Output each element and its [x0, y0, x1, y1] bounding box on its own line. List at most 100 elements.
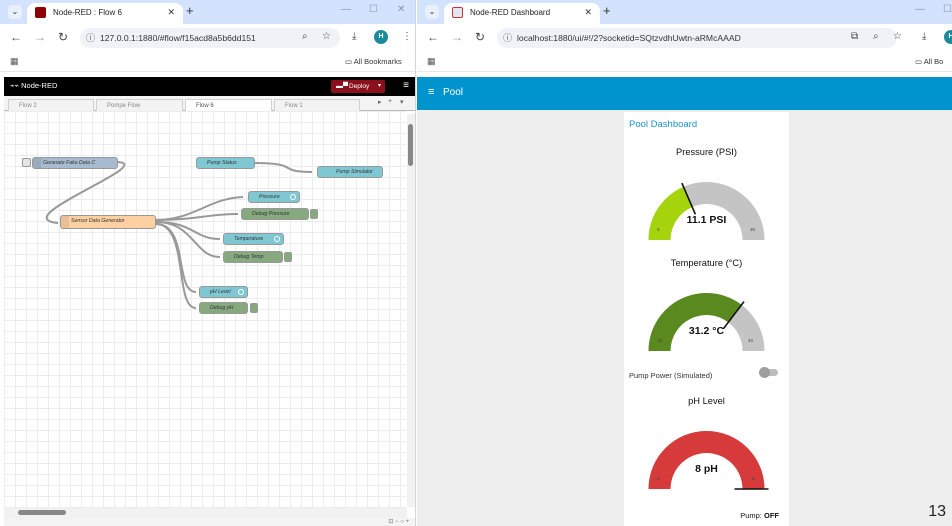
apps-icon[interactable]: ▦	[427, 56, 436, 67]
dashboard-title: Pool	[443, 87, 464, 98]
gauge-min: 0	[657, 227, 660, 232]
back-icon[interactable]: ←	[427, 30, 439, 44]
debug-node[interactable]: Debug pH	[199, 302, 248, 314]
hamburger-menu-icon[interactable]: ≡	[428, 86, 434, 98]
dashboard-body: Pool Dashboard Pressure (PSI) 11.1 PSI 0…	[417, 110, 952, 526]
tab-dashboard[interactable]: Node-RED Dashboard ✕	[444, 3, 600, 24]
tab-scroll-icon[interactable]: ▸	[378, 98, 382, 106]
group-title: Pool Dashboard	[629, 119, 698, 130]
inject-button[interactable]	[22, 158, 31, 167]
node-label: Debug pH	[210, 305, 234, 311]
flow-tab[interactable]: Flow 1	[274, 99, 360, 111]
reload-icon[interactable]: ↻	[475, 30, 485, 44]
ph-gauge	[648, 431, 769, 490]
node-label: pH Level	[210, 289, 231, 295]
profile-avatar[interactable]: H	[374, 30, 388, 44]
address-bar[interactable]: ⓘ 127.0.0.1:1880/#flow/f15acd8a5b6dd151	[80, 28, 340, 48]
node-label: Generate Fake Data C	[43, 160, 96, 166]
inject-node[interactable]: Generate Fake Data C	[32, 157, 118, 169]
close-tab-icon[interactable]: ✕	[167, 3, 175, 22]
flow-workspace[interactable]: Generate Fake Data C Sensor Data Generat…	[4, 111, 406, 508]
page-number: 13	[928, 503, 946, 520]
address-bar[interactable]: ⓘ localhost:1880/ui/#!/2?socketid=SQtzvd…	[497, 28, 897, 48]
site-info-icon[interactable]: ⓘ	[503, 28, 512, 48]
tab-search-icon[interactable]: ⌄	[8, 5, 22, 19]
browser-menu-icon[interactable]: ⋮	[402, 31, 412, 42]
zoom-controls[interactable]: ⊡ − ○ +	[388, 518, 409, 525]
bookmarks-bar: ▦ ▭ All Bo	[417, 52, 952, 72]
debug-node[interactable]: Debug Pressure	[241, 208, 309, 220]
minimize-icon[interactable]: —	[915, 4, 925, 15]
bookmark-star-icon[interactable]: ☆	[322, 31, 331, 42]
tab-search-icon[interactable]: ⌄	[425, 5, 439, 19]
site-info-icon[interactable]: ⓘ	[86, 28, 95, 48]
function-node[interactable]: Sensor Data Generator	[60, 215, 156, 229]
profile-avatar[interactable]: H	[944, 30, 952, 44]
back-icon[interactable]: ←	[10, 30, 22, 44]
deploy-button[interactable]: ▬▀ Deploy ▾	[331, 80, 385, 93]
gauge-title: Temperature (°C)	[670, 258, 743, 268]
hamburger-menu-icon[interactable]: ≡	[403, 80, 409, 91]
install-app-icon[interactable]: ⧉	[851, 31, 858, 42]
tab-strip: ⌄ Node-RED Dashboard ✕ + — ☐	[417, 0, 952, 24]
bookmark-star-icon[interactable]: ☆	[893, 31, 902, 42]
all-bookmarks[interactable]: ▭ All Bookmarks	[345, 57, 402, 66]
node-label: Temperature	[234, 236, 264, 242]
ui-switch-node[interactable]: Pump Simulator	[317, 166, 383, 178]
node-red-header: ⌁⌁ Node-RED ▬▀ Deploy ▾ ≡	[4, 77, 415, 96]
zoom-icon[interactable]: ⌕	[873, 31, 879, 42]
scroll-thumb[interactable]	[408, 124, 413, 166]
switch-knob[interactable]	[759, 367, 770, 378]
debug-toggle-button[interactable]	[284, 252, 292, 262]
pump-status-text: Pump: OFF	[740, 511, 779, 520]
zoom-icon[interactable]: ⌕	[302, 31, 308, 42]
pump-switch-label: Pump Power (Simulated)	[629, 371, 713, 380]
ui-gauge-node[interactable]: pH Level	[199, 286, 248, 298]
new-tab-icon[interactable]: +	[603, 3, 611, 18]
forward-icon[interactable]: →	[34, 30, 46, 44]
node-label: Debug Temp	[234, 254, 264, 260]
debug-toggle-button[interactable]	[250, 303, 258, 313]
forward-icon[interactable]: →	[451, 30, 463, 44]
minimize-icon[interactable]: —	[341, 4, 351, 15]
node-red-title: Node-RED	[21, 81, 58, 90]
ui-gauge-node[interactable]: Pressure	[248, 191, 300, 203]
close-tab-icon[interactable]: ✕	[584, 3, 592, 22]
reload-icon[interactable]: ↻	[58, 30, 68, 44]
workspace-horizontal-scrollbar[interactable]	[4, 508, 407, 518]
ui-text-node[interactable]: Pump Status	[196, 157, 255, 169]
ui-gauge-node[interactable]: Temperature	[223, 233, 284, 245]
maximize-icon[interactable]: ☐	[943, 4, 952, 15]
url-text: 127.0.0.1:1880/#flow/f15acd8a5b6dd151	[100, 33, 256, 43]
workspace-vertical-scrollbar[interactable]	[407, 114, 415, 507]
pump-state: OFF	[764, 511, 779, 520]
gauge-arcs	[648, 182, 765, 240]
new-tab-icon[interactable]: +	[186, 3, 194, 18]
flow-tab[interactable]: Flow 2	[8, 99, 94, 111]
debug-node[interactable]: Debug Temp	[223, 251, 283, 263]
all-bookmarks[interactable]: ▭ All Bo	[915, 57, 943, 66]
workspace-footer: ⊡ − ○ +	[4, 518, 415, 526]
gauge-value: 11.1 PSI	[686, 214, 727, 226]
tab-title: Node-RED : Flow 6	[53, 8, 122, 17]
debug-toggle-button[interactable]	[310, 209, 318, 219]
add-flow-icon[interactable]: +	[388, 98, 392, 105]
gauge-title: Pressure (PSI)	[676, 147, 737, 157]
scroll-thumb[interactable]	[18, 510, 66, 515]
apps-icon[interactable]: ▦	[10, 56, 19, 67]
flow-tab[interactable]: Pompe Flow	[96, 99, 183, 111]
tab-node-red[interactable]: Node-RED : Flow 6 ✕	[27, 3, 183, 24]
flow-tab-active[interactable]: Flow 6	[185, 99, 272, 111]
flow-list-icon[interactable]: ▾	[400, 98, 404, 106]
close-window-icon[interactable]: ✕	[397, 4, 405, 15]
pump-power-switch[interactable]	[759, 367, 778, 378]
download-icon[interactable]: ⤓	[922, 31, 926, 42]
download-icon[interactable]: ⤓	[352, 31, 356, 42]
maximize-icon[interactable]: ☐	[369, 4, 378, 15]
chevron-down-icon[interactable]: ▾	[378, 80, 381, 93]
gauge-icon	[274, 236, 280, 242]
all-bookmarks-label: All Bo	[923, 57, 944, 66]
gauge-max: 8	[752, 476, 755, 481]
tab-strip: ⌄ Node-RED : Flow 6 ✕ + — ☐ ✕	[0, 0, 415, 24]
flow-tabs: Flow 2 Pompe Flow Flow 6 Flow 1 ▸ + ▾	[4, 96, 415, 111]
